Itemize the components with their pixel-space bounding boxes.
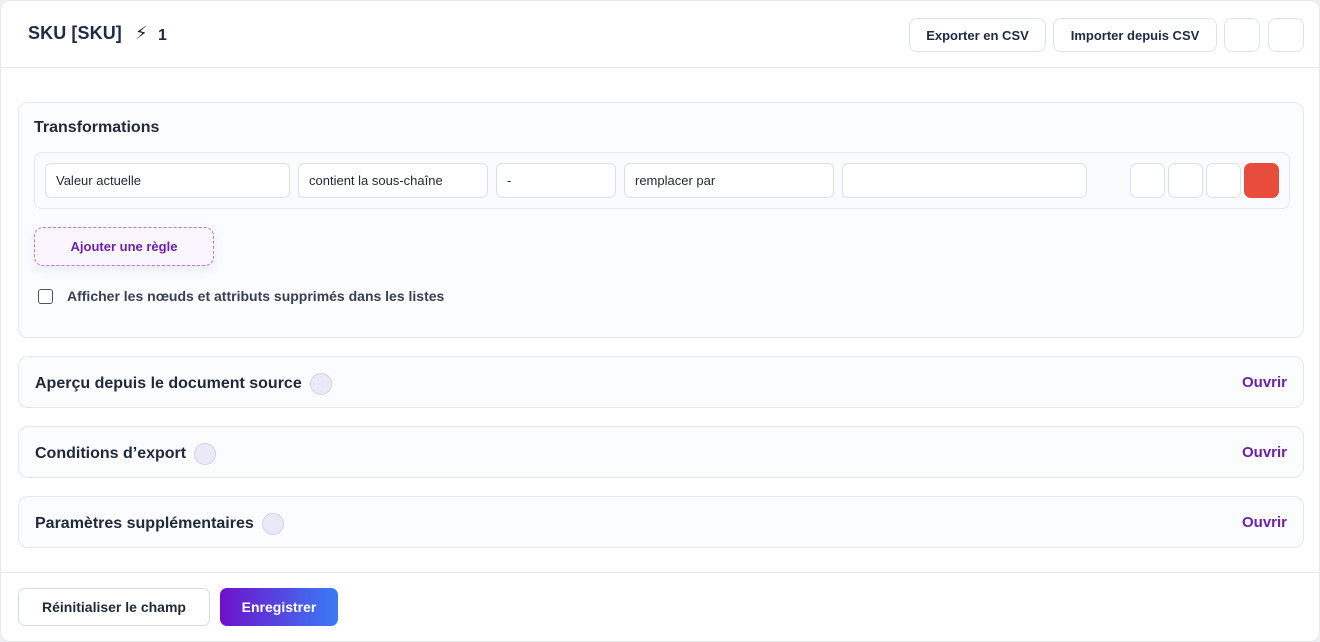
- open-additional-settings-link[interactable]: Ouvrir: [1242, 514, 1287, 531]
- page-title: SKU [SKU]: [28, 23, 122, 43]
- preview-section[interactable]: Aperçu depuis le document source Ouvrir: [18, 356, 1304, 408]
- rule-operator-select[interactable]: contient la sous-chaîne: [298, 163, 488, 198]
- open-preview-link[interactable]: Ouvrir: [1242, 374, 1287, 391]
- field-settings-panel: SKU [SKU] ⚡ 1 Exporter en CSV Importer d…: [0, 0, 1320, 642]
- export-csv-button[interactable]: Exporter en CSV: [909, 18, 1046, 52]
- rule-source-select[interactable]: Valeur actuelle: [45, 163, 290, 198]
- additional-settings-title: Paramètres supplémentaires: [35, 515, 254, 532]
- additional-settings-section[interactable]: Paramètres supplémentaires Ouvrir: [18, 496, 1304, 548]
- transformations-card: Transformations Valeur actuelle contient…: [18, 102, 1304, 338]
- show-deleted-checkbox[interactable]: [38, 289, 53, 304]
- transformation-rule-row: Valeur actuelle contient la sous-chaîne …: [34, 152, 1290, 209]
- panel-footer: Réinitialiser le champ Enregistrer: [1, 572, 1319, 641]
- rule-action-button-2[interactable]: [1168, 163, 1203, 198]
- show-deleted-label: Afficher les nœuds et attributs supprimé…: [67, 288, 445, 304]
- transformation-count: 1: [158, 27, 167, 44]
- header-icon-button-1[interactable]: [1224, 18, 1260, 52]
- reset-field-button[interactable]: Réinitialiser le champ: [18, 588, 210, 626]
- info-dot-icon: [261, 513, 284, 535]
- info-dot-icon: [309, 373, 332, 395]
- delete-rule-button[interactable]: [1244, 163, 1279, 198]
- panel-header: SKU [SKU] ⚡ 1 Exporter en CSV Importer d…: [1, 1, 1319, 68]
- rule-search-input[interactable]: -: [496, 163, 616, 198]
- add-rule-button[interactable]: Ajouter une règle: [34, 227, 214, 266]
- preview-section-title: Aperçu depuis le document source: [35, 375, 302, 392]
- lightning-icon: ⚡: [135, 23, 148, 43]
- rule-action-button-1[interactable]: [1130, 163, 1165, 198]
- header-icon-button-2[interactable]: [1268, 18, 1304, 52]
- import-csv-button[interactable]: Importer depuis CSV: [1053, 18, 1217, 52]
- info-dot-icon: [194, 443, 217, 465]
- export-conditions-title: Conditions d’export: [35, 445, 187, 462]
- save-button[interactable]: Enregistrer: [220, 588, 338, 626]
- transformations-title: Transformations: [34, 119, 160, 136]
- open-export-conditions-link[interactable]: Ouvrir: [1242, 444, 1287, 461]
- rule-action-button-3[interactable]: [1206, 163, 1241, 198]
- rule-replacement-input[interactable]: [842, 163, 1087, 198]
- export-conditions-section[interactable]: Conditions d’export Ouvrir: [18, 426, 1304, 478]
- rule-action-select[interactable]: remplacer par: [624, 163, 834, 198]
